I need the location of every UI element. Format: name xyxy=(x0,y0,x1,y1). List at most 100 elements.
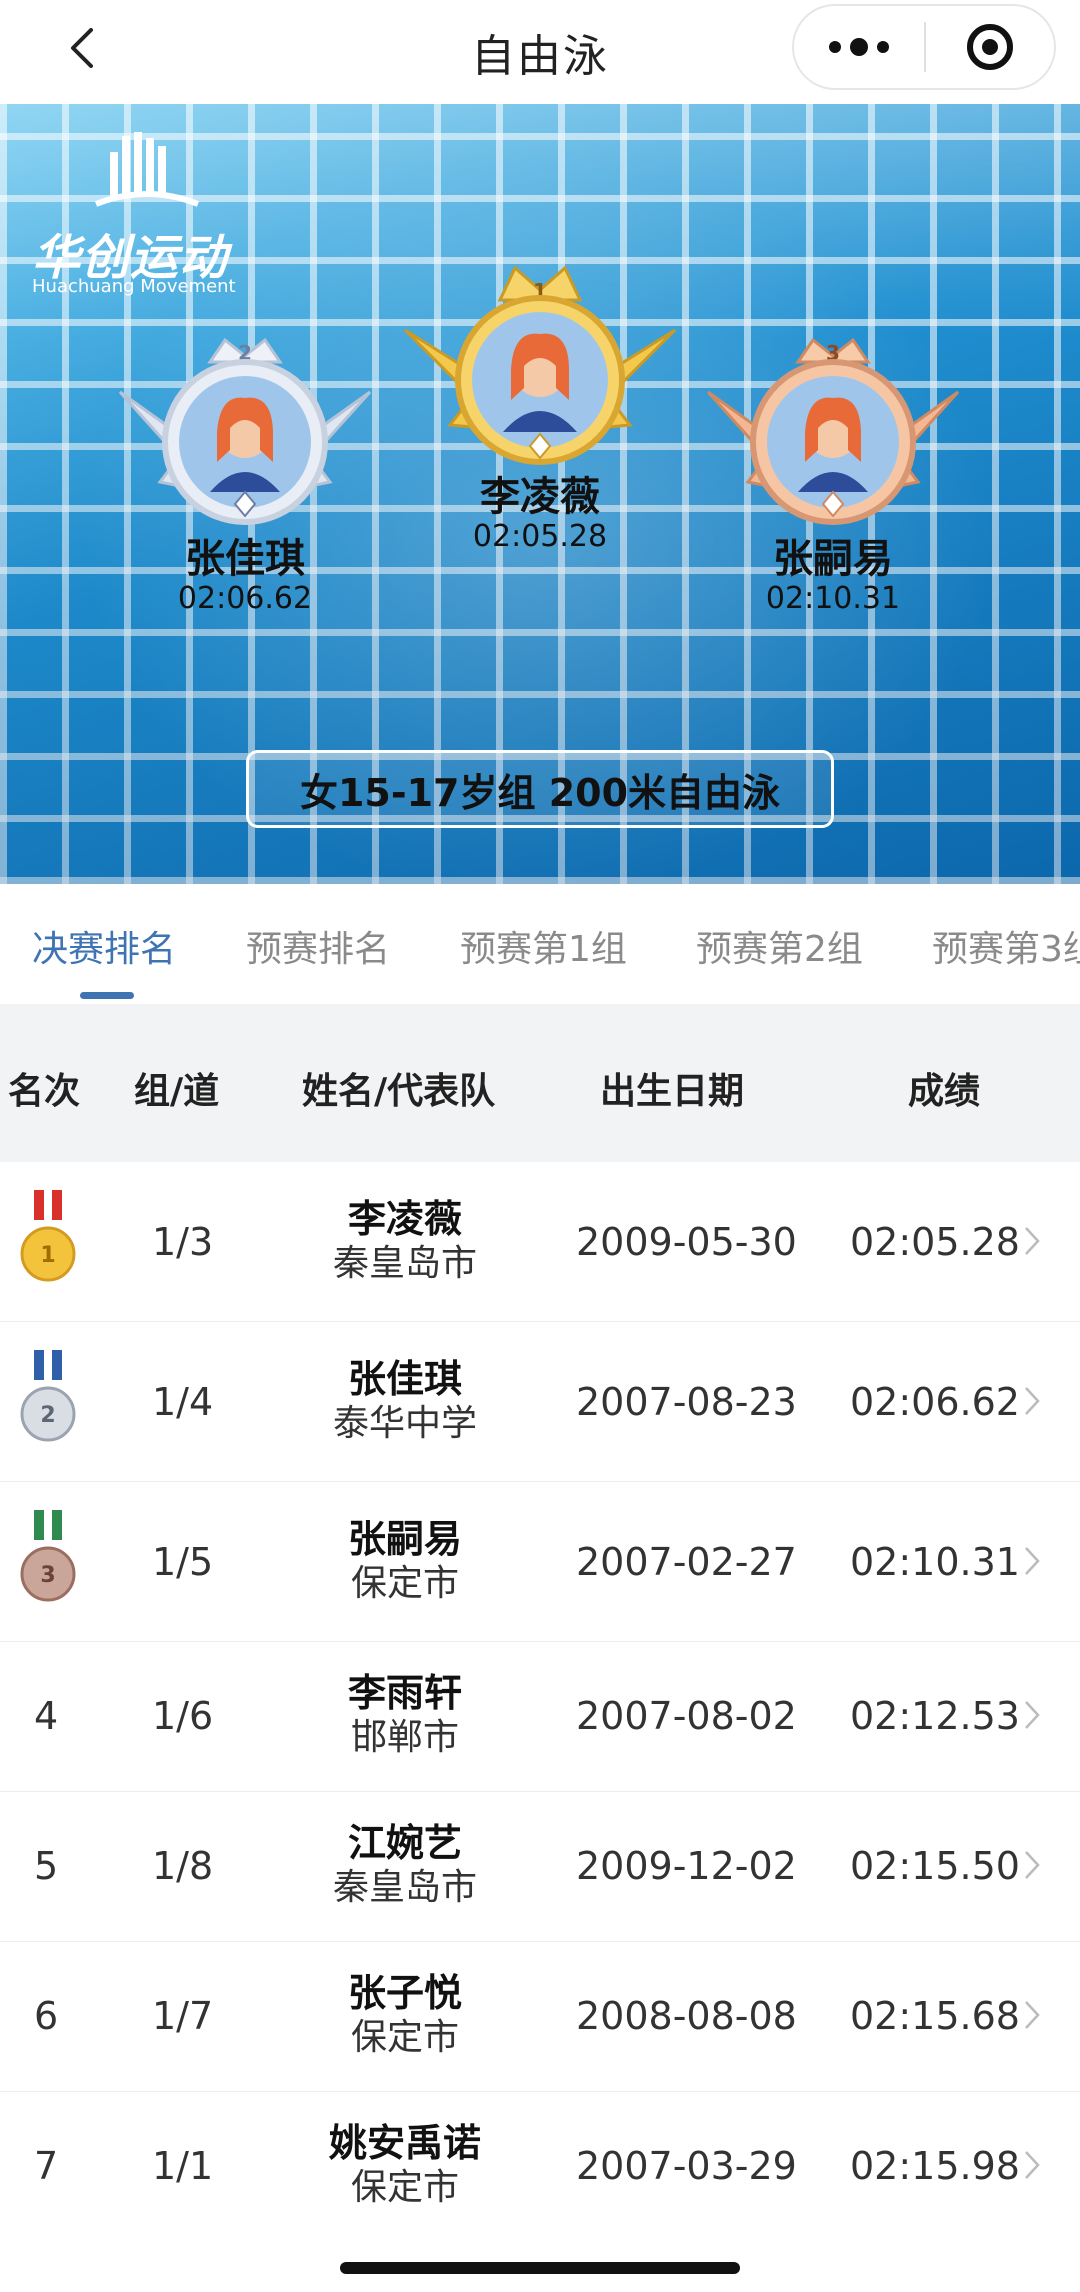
result-time: 02:15.98 xyxy=(850,2144,1020,2188)
chevron-right-icon xyxy=(1025,2001,1040,2029)
athlete-name: 姚安禹诺 xyxy=(328,2121,481,2165)
chevron-right-icon xyxy=(1025,1387,1040,1415)
athlete-team: 保定市 xyxy=(350,1563,459,1604)
birth-date: 2009-05-30 xyxy=(576,1220,797,1264)
header-result: 成绩 xyxy=(908,1071,981,1112)
building-logo-icon xyxy=(94,132,200,207)
athlete-cell: 张子悦 保定市 xyxy=(280,1970,530,2060)
rank-value: 7 xyxy=(34,2144,59,2188)
athlete-cell: 李雨轩 邯郸市 xyxy=(280,1670,530,1760)
podium-time: 02:10.31 xyxy=(765,581,901,616)
birth-date: 2007-08-23 xyxy=(576,1380,797,1424)
tab-final-ranking[interactable]: 决赛排名 xyxy=(32,920,176,972)
athlete-team: 保定市 xyxy=(350,2017,459,2058)
birth-date: 2007-08-02 xyxy=(576,1694,797,1738)
podium-time: 02:06.62 xyxy=(177,581,313,616)
brand-logo: 华创运动 Huachuang Movement xyxy=(32,132,252,302)
header-dob: 出生日期 xyxy=(600,1071,745,1112)
tab-prelim-ranking[interactable]: 预赛排名 xyxy=(246,920,390,972)
podium-time: 02:05.28 xyxy=(472,519,608,554)
podium-first: 1 李凌薇 02:05.28 xyxy=(395,260,685,554)
gold-crown-badge-icon: 1 xyxy=(403,265,677,465)
result-time: 02:15.50 xyxy=(850,1844,1020,1888)
birth-date: 2007-02-27 xyxy=(576,1540,797,1584)
header-lane: 组/道 xyxy=(134,1071,220,1112)
rank-value: 6 xyxy=(34,1994,59,2038)
lane-value: 1/4 xyxy=(152,1380,214,1424)
birth-date: 2007-03-29 xyxy=(576,2144,797,2188)
target-circle-icon xyxy=(967,24,1013,70)
result-time: 02:15.68 xyxy=(850,1994,1020,2038)
athlete-name: 江婉艺 xyxy=(347,1821,462,1865)
chevron-left-icon xyxy=(71,28,93,68)
target-dot xyxy=(982,39,998,55)
podium-name: 张佳琪 xyxy=(185,536,305,582)
tab-prelim-group-3[interactable]: 预赛第3组 xyxy=(932,920,1080,972)
close-miniprogram-button[interactable] xyxy=(926,24,1054,70)
header-name: 姓名/代表队 xyxy=(302,1071,496,1112)
athlete-name: 张佳琪 xyxy=(347,1357,462,1401)
athlete-team: 邯郸市 xyxy=(350,1717,459,1758)
svg-text:1: 1 xyxy=(40,1243,55,1268)
tab-prelim-group-1[interactable]: 预赛第1组 xyxy=(460,920,627,972)
event-title: 女15-17岁组 200米自由泳 xyxy=(246,750,834,828)
more-dot xyxy=(850,38,868,56)
home-indicator[interactable] xyxy=(340,2262,740,2274)
podium-third: 3 张嗣易 02:10.31 xyxy=(688,332,978,616)
athlete-name: 李雨轩 xyxy=(347,1671,462,1715)
page-title: 自由泳 xyxy=(471,31,609,82)
table-header: 名次 组/道 姓名/代表队 出生日期 成绩 xyxy=(0,1004,1080,1162)
more-button[interactable] xyxy=(794,38,924,56)
table-row[interactable]: 2 1/4 张佳琪 泰华中学 2007-08-23 02:06.62 xyxy=(0,1322,1080,1482)
chevron-right-icon xyxy=(1025,1227,1040,1255)
more-dots-icon xyxy=(829,41,841,53)
chevron-right-icon xyxy=(1025,1851,1040,1879)
tab-prelim-group-2[interactable]: 预赛第2组 xyxy=(696,920,863,972)
result-time: 02:12.53 xyxy=(850,1694,1020,1738)
athlete-cell: 姚安禹诺 保定市 xyxy=(280,2120,530,2210)
lane-value: 1/8 xyxy=(152,1844,214,1888)
table-row[interactable]: 5 1/8 江婉艺 秦皇岛市 2009-12-02 02:15.50 xyxy=(0,1792,1080,1942)
podium-name: 李凌薇 xyxy=(480,474,600,520)
athlete-cell: 张嗣易 保定市 xyxy=(280,1516,530,1606)
tab-bar: 决赛排名 预赛排名 预赛第1组 预赛第2组 预赛第3组 xyxy=(0,884,1080,1004)
bronze-crown-badge-icon: 3 xyxy=(706,337,960,525)
birth-date: 2009-12-02 xyxy=(576,1844,797,1888)
athlete-team: 保定市 xyxy=(350,2167,459,2208)
chevron-right-icon xyxy=(1025,2151,1040,2179)
chevron-right-icon xyxy=(1025,1547,1040,1575)
table-row[interactable]: 3 1/5 张嗣易 保定市 2007-02-27 02:10.31 xyxy=(0,1482,1080,1642)
silver-crown-badge-icon: 2 xyxy=(118,337,372,525)
header-rank: 名次 xyxy=(8,1071,81,1112)
gold-medal-icon: 1 xyxy=(20,1190,76,1282)
birth-date: 2008-08-08 xyxy=(576,1994,797,2038)
back-button[interactable] xyxy=(62,18,102,78)
silver-medal-icon: 2 xyxy=(20,1350,76,1442)
table-row[interactable]: 1 1/3 李凌薇 秦皇岛市 2009-05-30 02:05.28 xyxy=(0,1162,1080,1322)
result-time: 02:06.62 xyxy=(850,1380,1020,1424)
svg-text:2: 2 xyxy=(40,1403,55,1428)
nav-bar: 自由泳 xyxy=(0,0,1080,104)
lane-value: 1/3 xyxy=(152,1220,214,1264)
table-row[interactable]: 7 1/1 姚安禹诺 保定市 2007-03-29 02:15.98 xyxy=(0,2092,1080,2242)
hero-banner: 华创运动 Huachuang Movement 2 张佳琪 02:06.62 1 xyxy=(0,104,1080,884)
athlete-team: 秦皇岛市 xyxy=(332,1243,477,1284)
more-dot xyxy=(877,41,889,53)
athlete-cell: 李凌薇 秦皇岛市 xyxy=(280,1196,530,1286)
logo-subtext: Huachuang Movement xyxy=(32,276,236,297)
svg-text:3: 3 xyxy=(40,1563,55,1588)
athlete-team: 泰华中学 xyxy=(332,1403,477,1444)
athlete-name: 张嗣易 xyxy=(347,1517,462,1561)
lane-value: 1/5 xyxy=(152,1540,214,1584)
table-row[interactable]: 6 1/7 张子悦 保定市 2008-08-08 02:15.68 xyxy=(0,1942,1080,2092)
menu-capsule xyxy=(792,4,1056,90)
lane-value: 1/1 xyxy=(152,2144,214,2188)
athlete-name: 李凌薇 xyxy=(347,1197,462,1241)
rank-value: 4 xyxy=(34,1694,59,1738)
table-row[interactable]: 4 1/6 李雨轩 邯郸市 2007-08-02 02:12.53 xyxy=(0,1642,1080,1792)
lane-value: 1/6 xyxy=(152,1694,214,1738)
athlete-cell: 江婉艺 秦皇岛市 xyxy=(280,1820,530,1910)
active-tab-indicator xyxy=(80,992,134,999)
chevron-right-icon xyxy=(1025,1701,1040,1729)
bronze-medal-icon: 3 xyxy=(20,1510,76,1602)
